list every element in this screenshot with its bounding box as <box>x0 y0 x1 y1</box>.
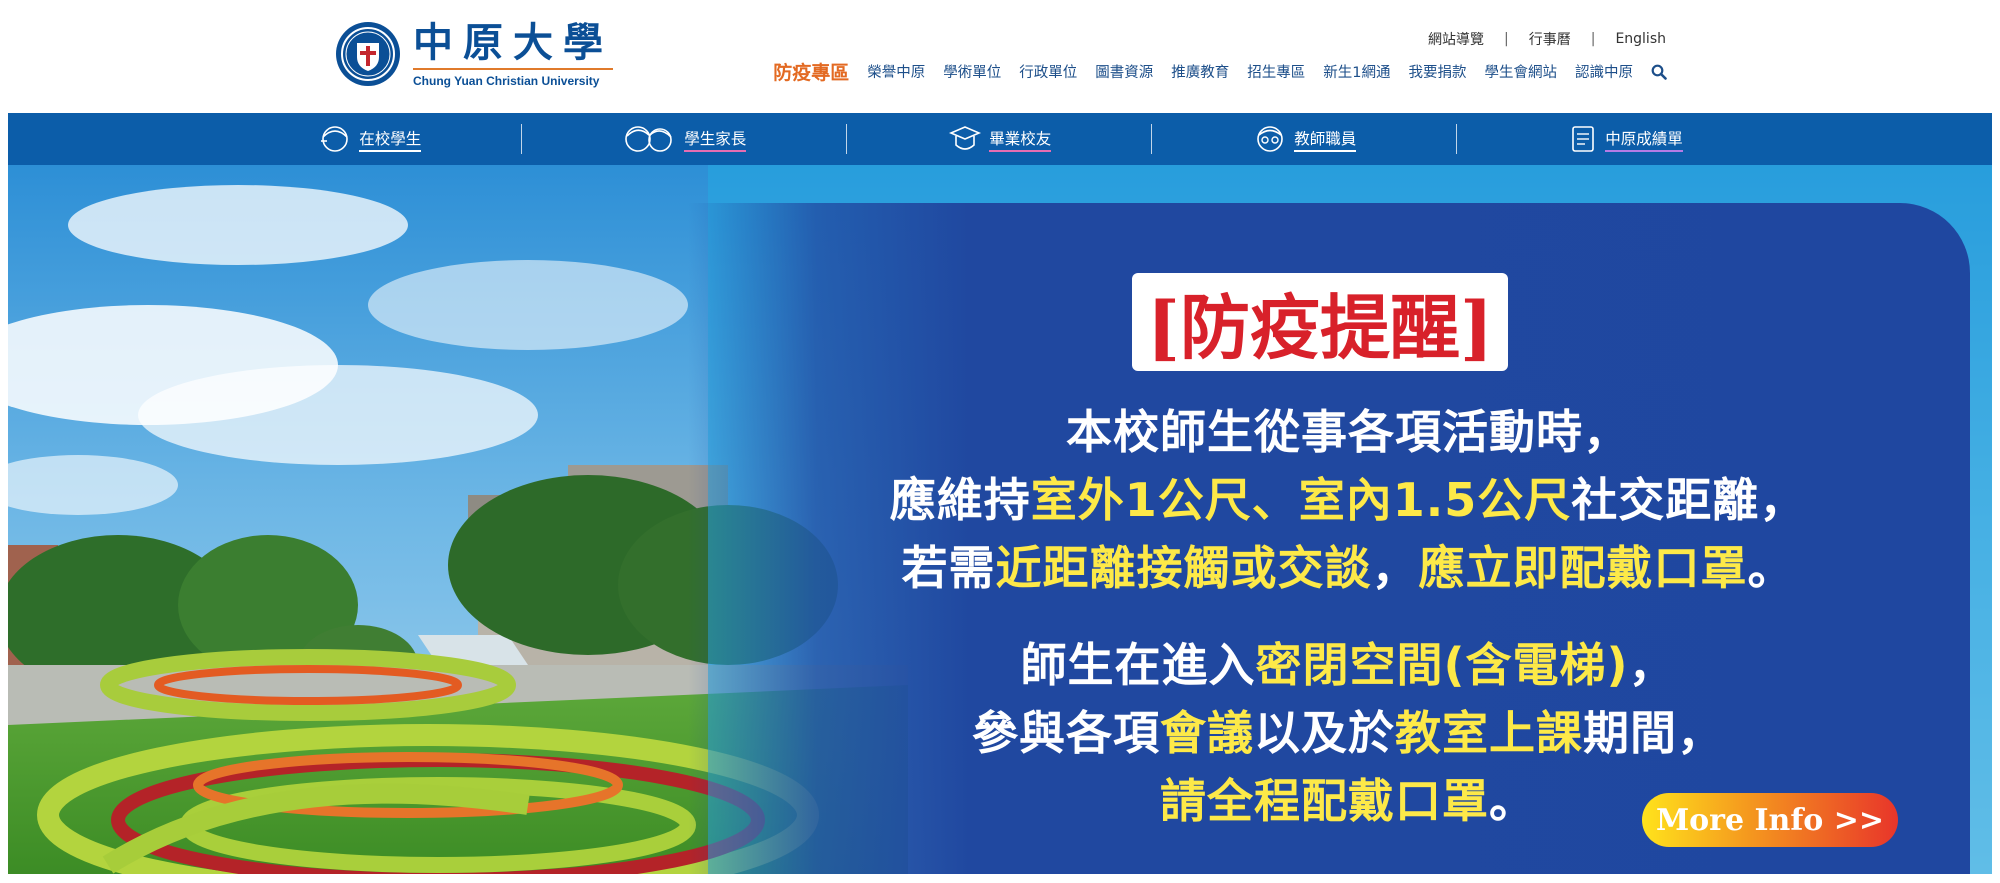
audience-label: 學生家長 <box>684 127 747 152</box>
audience-label: 在校學生 <box>359 127 422 152</box>
hero-banner[interactable]: [防疫提醒] 本校師生從事各項活動時， 應維持室外1公尺、室內1.5公尺社交距離… <box>8 165 1992 874</box>
notice-line-4: 師生在進入密閉空間(含電梯)， <box>1020 638 1676 692</box>
nav-item-about[interactable]: 認識中原 <box>1575 61 1633 82</box>
logo-text: 中原大學 Chung Yuan Christian University <box>413 18 613 88</box>
audience-label: 中原成績單 <box>1605 127 1683 152</box>
notice-title: [防疫提醒] <box>1132 273 1508 371</box>
nav-item-student-association[interactable]: 學生會網站 <box>1485 61 1558 82</box>
logo-english-name: Chung Yuan Christian University <box>413 73 600 88</box>
notice-line-1: 本校師生從事各項活動時， <box>1066 405 1630 459</box>
audience-item-faculty[interactable]: 教師職員 <box>1252 123 1357 155</box>
nav-item-library[interactable]: 圖書資源 <box>1095 61 1153 82</box>
nav-item-academic-units[interactable]: 學術單位 <box>943 61 1001 82</box>
divider: | <box>1504 31 1509 47</box>
more-info-button[interactable]: More Info >> <box>1642 793 1898 847</box>
link-english[interactable]: English <box>1615 31 1666 47</box>
nav-item-honors[interactable]: 榮譽中原 <box>867 61 925 82</box>
university-logo[interactable]: 中原大學 Chung Yuan Christian University <box>335 18 613 90</box>
nav-item-admissions[interactable]: 招生專區 <box>1247 61 1305 82</box>
site-header: 中原大學 Chung Yuan Christian University 網站導… <box>0 0 2000 113</box>
audience-label: 教師職員 <box>1294 127 1357 152</box>
divider <box>521 124 523 154</box>
parents-icon <box>625 126 673 152</box>
link-sitemap[interactable]: 網站導覽 <box>1428 29 1484 49</box>
audience-item-students[interactable]: 在校學生 <box>317 123 422 155</box>
nav-item-extension-education[interactable]: 推廣教育 <box>1171 61 1229 82</box>
graduate-cap-icon <box>949 126 982 150</box>
notice-line-5: 參與各項會議以及於教室上課期間， <box>972 706 1724 760</box>
university-seal-icon <box>336 22 400 86</box>
audience-label: 畢業校友 <box>989 127 1052 152</box>
nav-item-freshman-portal[interactable]: 新生1網通 <box>1323 61 1390 82</box>
logo-chinese-name: 中原大學 <box>413 18 613 66</box>
divider: | <box>1590 31 1596 47</box>
student-icon <box>321 126 349 152</box>
audience-item-parents[interactable]: 學生家長 <box>622 123 747 155</box>
notice-line-2: 應維持室外1公尺、室內1.5公尺社交距離， <box>889 473 1807 527</box>
audience-item-alumni[interactable]: 畢業校友 <box>947 123 1052 155</box>
utility-links: 網站導覽 | 行事曆 | English <box>1428 29 1666 49</box>
search-icon[interactable] <box>1651 64 1667 80</box>
nav-item-administrative-units[interactable]: 行政單位 <box>1019 61 1077 82</box>
link-calendar[interactable]: 行事曆 <box>1529 29 1571 49</box>
audience-item-transcript[interactable]: 中原成績單 <box>1567 123 1683 155</box>
teacher-icon <box>1257 126 1284 152</box>
divider <box>1151 124 1153 154</box>
audience-nav: 在校學生 學生家長 畢業校友 教師職員 中原成績單 <box>8 113 1992 165</box>
main-nav: 防疫專區 榮譽中原 學術單位 行政單位 圖書資源 推廣教育 招生專區 新生1網通… <box>773 58 1667 85</box>
logo-divider <box>413 67 613 70</box>
nav-item-donate[interactable]: 我要捐款 <box>1409 61 1467 82</box>
divider <box>846 124 848 154</box>
nav-item-epidemic-prevention[interactable]: 防疫專區 <box>773 58 849 85</box>
notice-line-3: 若需近距離接觸或交談，應立即配戴口罩。 <box>901 541 1795 595</box>
scroll-icon <box>1572 126 1595 152</box>
divider <box>1456 124 1458 154</box>
